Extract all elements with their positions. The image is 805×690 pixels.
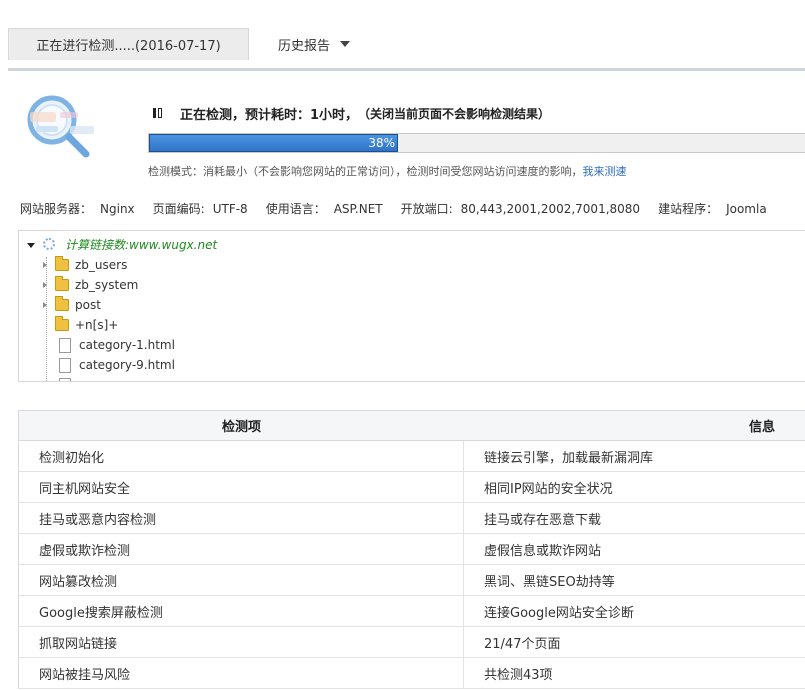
tab-divider: [8, 68, 805, 71]
table-row: 同主机网站安全 相同IP网站的安全状况: [19, 472, 805, 503]
site-link-tree[interactable]: 计算链接数:www.wugx.net zb_users zb_system po…: [18, 230, 805, 382]
expand-icon[interactable]: [43, 302, 47, 308]
caret-down-icon: [340, 41, 351, 47]
file-icon: [59, 357, 71, 373]
file-icon: [59, 337, 71, 353]
tree-item-label: zb_system: [75, 278, 139, 292]
table-row: Google搜索屏蔽检测 连接Google网站安全诊断: [19, 596, 805, 627]
tree-root[interactable]: 计算链接数:www.wugx.net: [27, 234, 217, 254]
table-header: 检测项 信息: [19, 411, 805, 441]
tab-bar: 正在进行检测.....(2016-07-17) 历史报告: [8, 28, 805, 72]
tree-item-folder[interactable]: post: [43, 295, 101, 315]
folder-icon: [55, 256, 69, 271]
tree-item-file-partial: [59, 375, 79, 381]
scan-mode-note: 检测模式：消耗最小（不会影响您网站的正常访问），检测时间受您网站访问速度的影响，…: [148, 163, 627, 179]
folder-icon: [55, 296, 69, 311]
tab-history-report[interactable]: 历史报告: [278, 28, 351, 60]
scan-mode-text: 检测模式：消耗最小（不会影响您网站的正常访问），检测时间受您网站访问速度的影响，: [148, 165, 583, 178]
server-info-item: 使用语言： ASP.NET: [265, 202, 383, 216]
server-info: 网站服务器： Nginx 页面编码: UTF-8 使用语言： ASP.NET 开放端口…: [20, 200, 785, 217]
file-icon: [59, 377, 71, 381]
progress-fill: 38%: [149, 134, 398, 152]
server-info-item: 页面编码: UTF-8: [152, 202, 248, 216]
tree-item-folder[interactable]: zb_system: [43, 275, 138, 295]
tree-item-file[interactable]: category-9.html: [59, 355, 175, 375]
status-subtitle: （关闭当前页面不会影响检测结果）: [358, 106, 551, 121]
folder-icon: [55, 276, 69, 291]
tree-root-label: 计算链接数:www.wugx.net: [65, 237, 218, 252]
progress-label: 38%: [368, 136, 395, 150]
table-row: 网站被挂马风险 共检测43项: [19, 658, 805, 689]
header-check-item: 检测项: [221, 420, 261, 435]
tree-item-label: +n[s]+: [75, 318, 119, 332]
tree-item-file[interactable]: category-1.html: [59, 335, 175, 355]
pause-icon[interactable]: [153, 108, 162, 118]
table-row: 虚假或欺诈检测 虚假信息或欺诈网站: [19, 534, 805, 565]
speed-test-link[interactable]: 我来测速: [583, 165, 627, 178]
tab-current-scan[interactable]: 正在进行检测.....(2016-07-17): [8, 28, 249, 60]
check-items-table: 检测项 信息 检测初始化 链接云引擎，加载最新漏洞库 同主机网站安全 相同IP网站的…: [18, 410, 805, 689]
header-info: 信息: [748, 420, 775, 435]
expand-icon[interactable]: [43, 282, 47, 288]
server-info-item: 开放端口: 80,443,2001,2002,7001,8080: [400, 202, 641, 216]
tree-item-label: post: [75, 298, 101, 312]
tree-item-label: zb_users: [75, 258, 128, 272]
collapse-icon[interactable]: [27, 242, 35, 248]
expand-icon[interactable]: [43, 262, 47, 268]
tab-history-label: 历史报告: [278, 38, 331, 54]
loading-spinner-icon: [43, 238, 55, 250]
status-title: 正在检测，预计耗时：1小时，: [180, 107, 359, 123]
server-info-item: 建站程序： Joomla: [658, 202, 767, 216]
table-row: 检测初始化 链接云引擎，加载最新漏洞库: [19, 441, 805, 472]
table-row: 抓取网站链接 21/47个页面: [19, 627, 805, 658]
scan-status: 正在检测，预计耗时：1小时， （关闭当前页面不会影响检测结果）: [153, 104, 551, 123]
tree-item-folder[interactable]: +n[s]+: [55, 315, 118, 335]
tree-item-folder[interactable]: zb_users: [43, 255, 127, 275]
tree-item-label: category-1.html: [79, 338, 175, 352]
progress-bar: 38%: [148, 133, 805, 153]
magnifier-logo-icon: [27, 95, 94, 158]
table-row: 网站篡改检测 黑词、黑链SEO劫持等: [19, 565, 805, 596]
folder-icon: [55, 316, 69, 331]
tree-item-label: category-9.html: [79, 358, 175, 372]
table-row: 挂马或恶意内容检测 挂马或存在恶意下载: [19, 503, 805, 534]
server-info-item: 网站服务器： Nginx: [20, 202, 135, 216]
